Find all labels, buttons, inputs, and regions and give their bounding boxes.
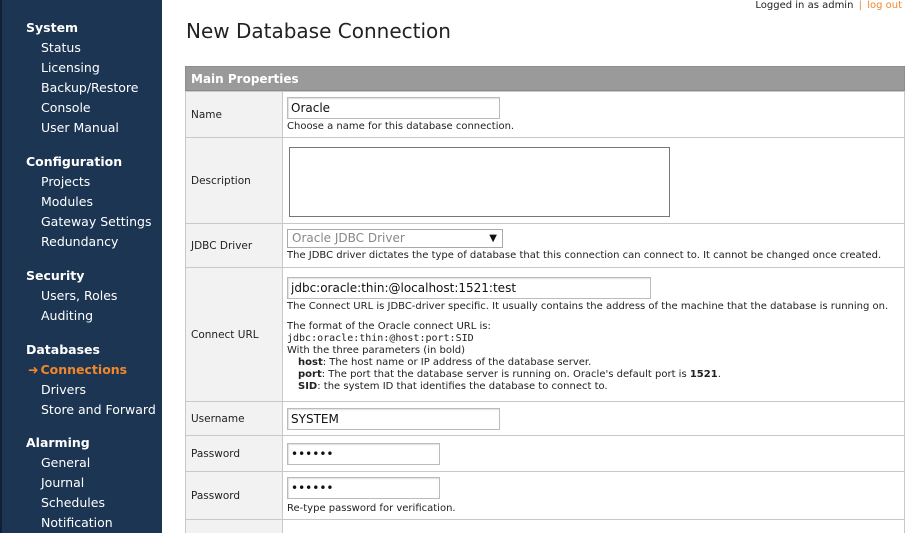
connect-url-format-intro: The format of the Oracle connect URL is: (287, 320, 491, 332)
description-label: Description (185, 137, 283, 224)
password-input[interactable] (287, 442, 440, 465)
sidebar-heading-system: System (26, 20, 79, 35)
row-name: Name Choose a name for this database con… (185, 91, 905, 138)
page-title: New Database Connection (186, 19, 451, 43)
sidebar-item-schedules[interactable]: Schedules (26, 493, 162, 513)
sidebar-item-connections-label: Connections (40, 362, 128, 377)
connect-url-params-intro: With the three parameters (in bold) (287, 344, 465, 356)
sidebar-item-journal[interactable]: Journal (26, 473, 162, 493)
sidebar-item-gateway-settings[interactable]: Gateway Settings (26, 212, 162, 232)
sidebar-item-user-manual[interactable]: User Manual (26, 118, 162, 138)
name-help: Choose a name for this database connecti… (287, 120, 515, 132)
param-port: port: The port that the database server … (298, 368, 721, 380)
sidebar-heading-alarming: Alarming (26, 435, 90, 450)
connect-url-format: jdbc:oracle:thin:@host:port:SID (287, 332, 474, 344)
connect-url-input[interactable] (287, 276, 651, 299)
row-description: Description (185, 137, 905, 224)
jdbc-driver-help: The JDBC driver dictates the type of dat… (287, 250, 882, 261)
name-label: Name (185, 91, 283, 138)
jdbc-driver-label: JDBC Driver (185, 223, 283, 268)
username-cell (282, 401, 905, 436)
sidebar-item-console[interactable]: Console (26, 98, 162, 118)
password-confirm-input[interactable] (287, 476, 440, 499)
row-password: Password (185, 435, 905, 472)
sidebar-heading-databases: Databases (26, 342, 100, 357)
sidebar-section-security: Security Users, Roles Auditing (26, 266, 162, 326)
panel-header: Main Properties (185, 66, 905, 91)
param-host: host: The host name or IP address of the… (298, 356, 592, 368)
password-confirm-label: Password (185, 471, 283, 520)
sidebar-heading-security: Security (26, 268, 85, 283)
password-cell (282, 435, 905, 472)
sidebar-item-connections[interactable]: ➜ Connections (26, 360, 162, 380)
sidebar-item-notification[interactable]: Notification (26, 513, 162, 533)
description-textarea[interactable] (289, 146, 670, 217)
jdbc-driver-select[interactable]: Oracle JDBC Driver ▼ (287, 229, 503, 248)
sidebar-item-projects[interactable]: Projects (26, 172, 162, 192)
dropdown-arrow-icon: ▼ (489, 233, 497, 244)
description-cell (282, 137, 905, 224)
password-label: Password (185, 435, 283, 472)
sidebar-item-status[interactable]: Status (26, 38, 162, 58)
username-label: Username (185, 401, 283, 436)
connect-url-help: The Connect URL is JDBC-driver specific.… (287, 300, 889, 312)
logout-link[interactable]: log out (867, 0, 902, 11)
username-input[interactable] (287, 407, 500, 430)
sidebar-section-configuration: Configuration Projects Modules Gateway S… (26, 152, 162, 252)
jdbc-driver-selected: Oracle JDBC Driver (292, 231, 405, 245)
sidebar-item-backup-restore[interactable]: Backup/Restore (26, 78, 162, 98)
sidebar-nav: System Status Licensing Backup/Restore C… (0, 0, 162, 533)
properties-table: Name Choose a name for this database con… (185, 91, 905, 533)
row-next (185, 519, 905, 533)
separator: | (858, 0, 862, 11)
sidebar-item-redundancy[interactable]: Redundancy (26, 232, 162, 252)
row-connect-url: Connect URL The Connect URL is JDBC-driv… (185, 267, 905, 402)
jdbc-driver-cell: Oracle JDBC Driver ▼ The JDBC driver dic… (282, 223, 905, 268)
arrow-right-icon: ➜ (28, 362, 39, 377)
name-cell: Choose a name for this database connecti… (282, 91, 905, 138)
main-properties-panel: Main Properties Name Choose a name for t… (185, 66, 905, 533)
sidebar-section-alarming: Alarming General Journal Schedules Notif… (26, 433, 162, 533)
name-input[interactable] (287, 96, 500, 119)
login-status-bar: Logged in as admin | log out (755, 0, 902, 11)
password-confirm-help: Re-type password for verification. (287, 502, 456, 514)
param-sid: SID: the system ID that identifies the d… (298, 380, 608, 392)
row-username: Username (185, 401, 905, 436)
password-confirm-cell: Re-type password for verification. (282, 471, 905, 520)
sidebar-item-store-and-forward[interactable]: Store and Forward (26, 400, 162, 420)
sidebar-item-drivers[interactable]: Drivers (26, 380, 162, 400)
row-password-confirm: Password Re-type password for verificati… (185, 471, 905, 520)
sidebar-item-auditing[interactable]: Auditing (26, 306, 162, 326)
sidebar-section-databases: Databases ➜ Connections Drivers Store and… (26, 340, 162, 420)
sidebar-item-general[interactable]: General (26, 453, 162, 473)
logged-in-text: Logged in as admin (755, 0, 854, 11)
row-jdbc-driver: JDBC Driver Oracle JDBC Driver ▼ The JDB… (185, 223, 905, 268)
sidebar-item-users-roles[interactable]: Users, Roles (26, 286, 162, 306)
sidebar-item-modules[interactable]: Modules (26, 192, 162, 212)
sidebar-item-licensing[interactable]: Licensing (26, 58, 162, 78)
next-row-label (185, 519, 283, 533)
connect-url-cell: The Connect URL is JDBC-driver specific.… (282, 267, 905, 402)
next-row-cell (282, 519, 905, 533)
connect-url-label: Connect URL (185, 267, 283, 402)
sidebar-section-system: System Status Licensing Backup/Restore C… (26, 18, 162, 138)
sidebar-heading-configuration: Configuration (26, 154, 123, 169)
